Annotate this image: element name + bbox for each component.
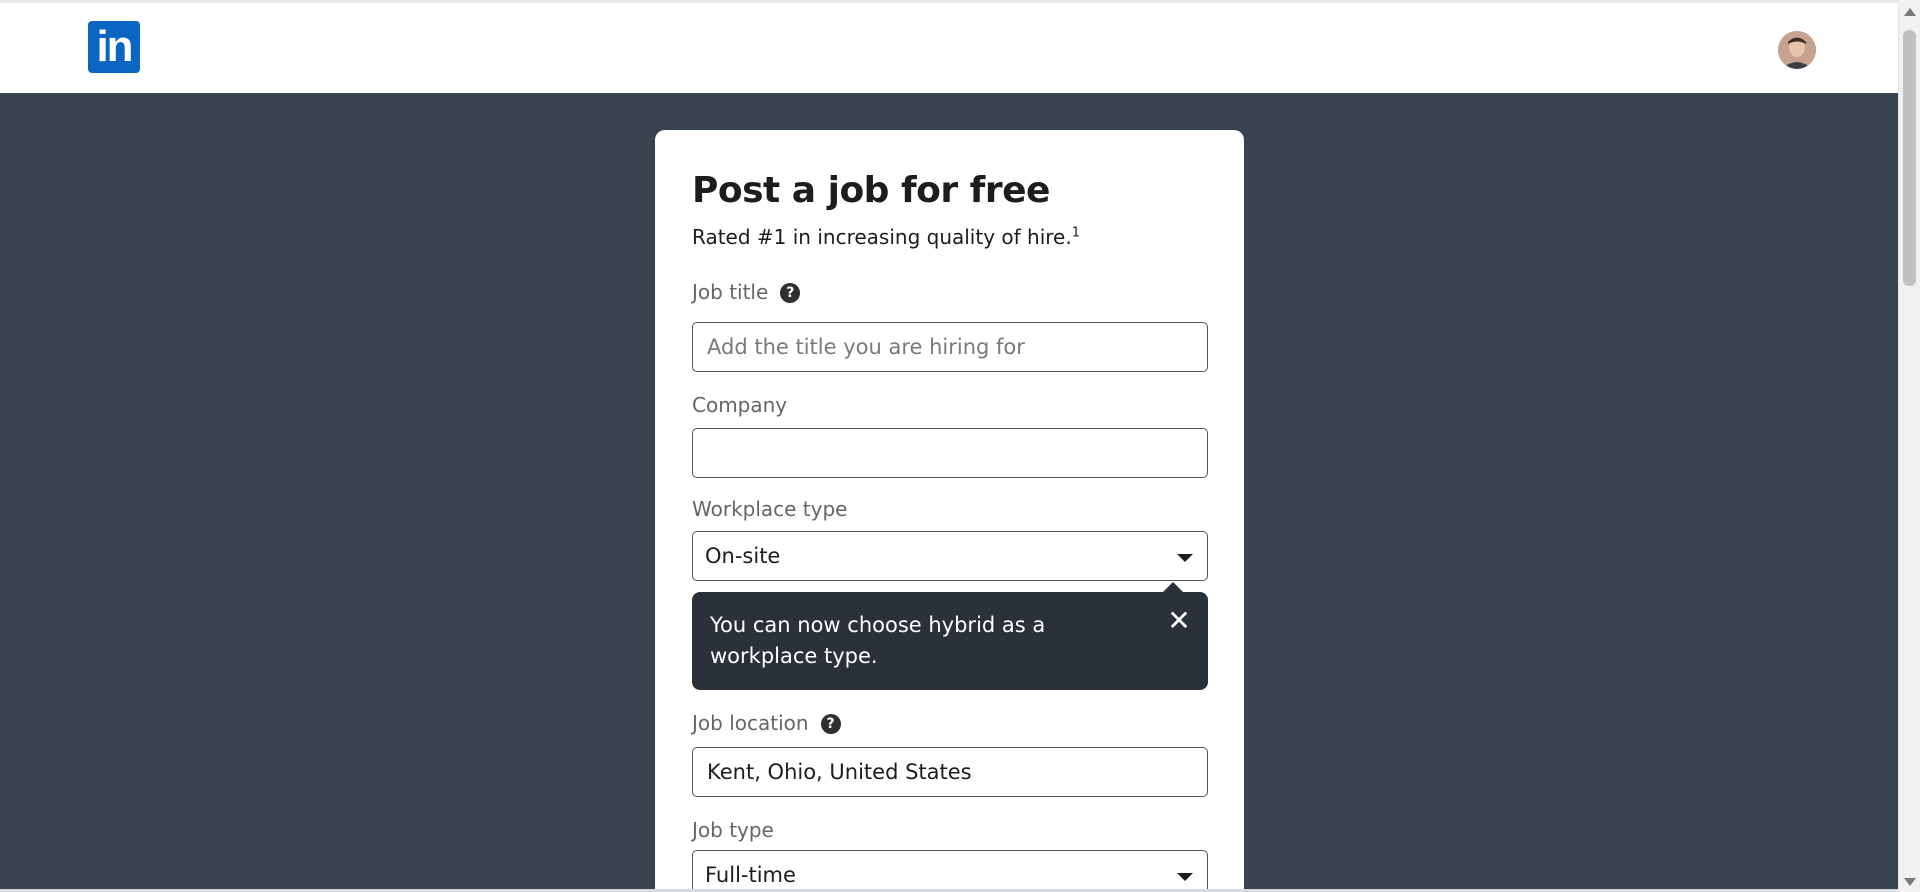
scroll-up-arrow-icon[interactable] — [1904, 8, 1916, 16]
workplace-type-value: On-site — [705, 544, 781, 568]
job-location-input[interactable] — [693, 748, 1207, 796]
job-title-label: Job title? — [692, 280, 801, 304]
chevron-down-icon — [1177, 873, 1193, 881]
subtitle-footnote: 1 — [1071, 225, 1080, 241]
subtitle-text: Rated #1 in increasing quality of hire. — [692, 225, 1072, 249]
workplace-type-select[interactable]: On-site — [692, 531, 1208, 581]
top-navigation-bar: in — [0, 0, 1898, 93]
chevron-down-icon — [1177, 554, 1193, 562]
job-type-value: Full-time — [705, 863, 796, 887]
job-title-input[interactable] — [693, 323, 1207, 371]
job-type-select[interactable]: Full-time — [692, 850, 1208, 892]
workplace-type-label: Workplace type — [692, 497, 848, 521]
page-title: Post a job for free — [692, 170, 1050, 211]
tooltip-text: You can now choose hybrid as a workplace… — [710, 613, 1046, 668]
linkedin-logo[interactable]: in — [88, 21, 140, 73]
help-icon[interactable]: ? — [820, 714, 841, 734]
company-field[interactable] — [692, 428, 1208, 478]
scroll-down-arrow-icon[interactable] — [1904, 878, 1916, 886]
help-icon[interactable]: ? — [780, 283, 801, 303]
post-job-card: Post a job for free Rated #1 in increasi… — [655, 130, 1244, 892]
close-icon[interactable]: ✕ — [1166, 607, 1192, 635]
job-title-field[interactable] — [692, 322, 1208, 372]
tooltip-pointer — [1162, 582, 1184, 593]
page-scrollbar[interactable] — [1898, 0, 1920, 892]
job-location-label: Job location? — [692, 711, 841, 735]
scrollbar-thumb[interactable] — [1903, 30, 1916, 286]
job-location-field[interactable] — [692, 747, 1208, 797]
avatar-image — [1778, 31, 1816, 69]
profile-avatar[interactable] — [1778, 31, 1816, 69]
job-location-label-text: Job location — [692, 711, 809, 735]
job-type-label: Job type — [692, 818, 774, 842]
company-input[interactable] — [693, 429, 1207, 477]
company-label: Company — [692, 393, 788, 417]
page-subtitle: Rated #1 in increasing quality of hire.1 — [692, 225, 1080, 249]
job-title-label-text: Job title — [692, 280, 769, 304]
workplace-hybrid-tooltip: You can now choose hybrid as a workplace… — [692, 582, 1208, 690]
